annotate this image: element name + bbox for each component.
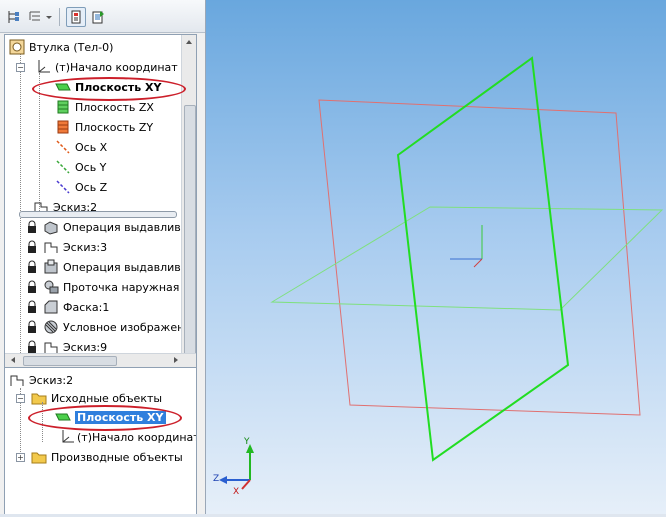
scroll-left-icon[interactable] — [7, 354, 19, 366]
axis-z-icon — [55, 179, 71, 195]
tree-item-extrude-1[interactable]: Операция выдавлив — [27, 217, 181, 237]
lock-icon — [27, 299, 43, 315]
lock-icon — [27, 279, 43, 295]
model-tree-vertical-scrollbar[interactable] — [181, 35, 196, 357]
horizontal-scroll-thumb[interactable] — [23, 356, 117, 366]
scroll-right-icon[interactable] — [170, 354, 182, 366]
expand-icon[interactable]: + — [16, 452, 25, 462]
vertical-scroll-thumb[interactable] — [184, 105, 196, 357]
tree-item-plane-zy[interactable]: Плоскость ZY — [55, 117, 153, 137]
model-tree-panel: Втулка (Тел-0) − (т)Начало координат Пло… — [0, 0, 206, 514]
tree-item-groove[interactable]: Проточка наружная — [27, 277, 179, 297]
plane-zy-outline — [318, 99, 641, 416]
tree-item-chamfer[interactable]: Фаска:1 — [27, 297, 109, 317]
tree-structure-button[interactable] — [3, 7, 23, 27]
tree-item-part[interactable]: Втулка (Тел-0) — [9, 37, 113, 57]
plane-xy-outline[interactable] — [396, 56, 570, 462]
chamfer-icon — [43, 299, 59, 315]
scroll-up-icon[interactable] — [182, 36, 196, 48]
origin-axes — [450, 225, 483, 268]
viewport-canvas — [219, 56, 664, 490]
lock-icon — [27, 219, 43, 235]
origin-icon — [59, 429, 75, 445]
tree-item-origin[interactable]: − (т)Начало координат — [16, 57, 178, 77]
groove-icon — [43, 279, 59, 295]
plane-zy-icon — [55, 119, 71, 135]
annotation-ellipse-top — [32, 77, 186, 101]
tree-item-axis-x[interactable]: Ось X — [55, 137, 107, 157]
tree-item-axis-z[interactable]: Ось Z — [55, 177, 107, 197]
tree-mode-button[interactable] — [66, 7, 86, 27]
lock-icon — [27, 259, 43, 275]
sketch-icon — [9, 372, 25, 388]
tree-structure-icon — [8, 11, 19, 23]
3d-viewport[interactable]: Y Z X — [206, 0, 666, 514]
tree2-item-derived-objects[interactable]: + Производные объекты — [16, 447, 183, 467]
tree-item-thread[interactable]: Условное изображен — [27, 317, 184, 337]
extrude-icon — [43, 259, 59, 275]
annotation-ellipse-bottom — [28, 405, 182, 431]
sketch-icon — [43, 239, 59, 255]
document-tree-icon — [71, 10, 81, 24]
axis-x-icon — [55, 139, 71, 155]
tree-item-axis-y[interactable]: Ось Y — [55, 157, 106, 177]
tree-list-icon — [29, 11, 52, 21]
tree2-item-sketch-2[interactable]: Эскиз:2 — [9, 370, 73, 390]
collapse-icon[interactable]: − — [16, 393, 25, 403]
folder-icon — [31, 449, 47, 465]
lock-icon — [27, 239, 43, 255]
document-list-icon — [92, 11, 104, 24]
collapse-icon[interactable]: − — [16, 62, 25, 72]
tree-view-dropdown[interactable] — [26, 7, 56, 27]
model-tree-horizontal-scrollbar[interactable] — [5, 353, 196, 367]
sketch-relations-tree: Эскиз:2 − Исходные объекты Плоскость XY … — [4, 367, 197, 514]
plane-zx-icon — [55, 99, 71, 115]
extrude-icon — [43, 219, 59, 235]
axis-y-icon — [55, 159, 71, 175]
lock-icon — [27, 319, 43, 335]
origin-icon — [35, 59, 51, 75]
folder-icon — [31, 390, 47, 406]
triad-x-label: X — [233, 487, 240, 497]
tree-toolbar — [0, 0, 205, 33]
triad-z-label: Z — [213, 474, 220, 484]
tree-item-sketch-3[interactable]: Эскиз:3 — [27, 237, 107, 257]
thread-icon — [43, 319, 59, 335]
tree-item-extrude-2[interactable]: Операция выдавлив — [27, 257, 181, 277]
triad-y-label: Y — [244, 437, 250, 447]
tree-export-button[interactable] — [88, 7, 108, 27]
view-orientation-triad — [219, 444, 254, 490]
part-icon — [9, 39, 25, 55]
